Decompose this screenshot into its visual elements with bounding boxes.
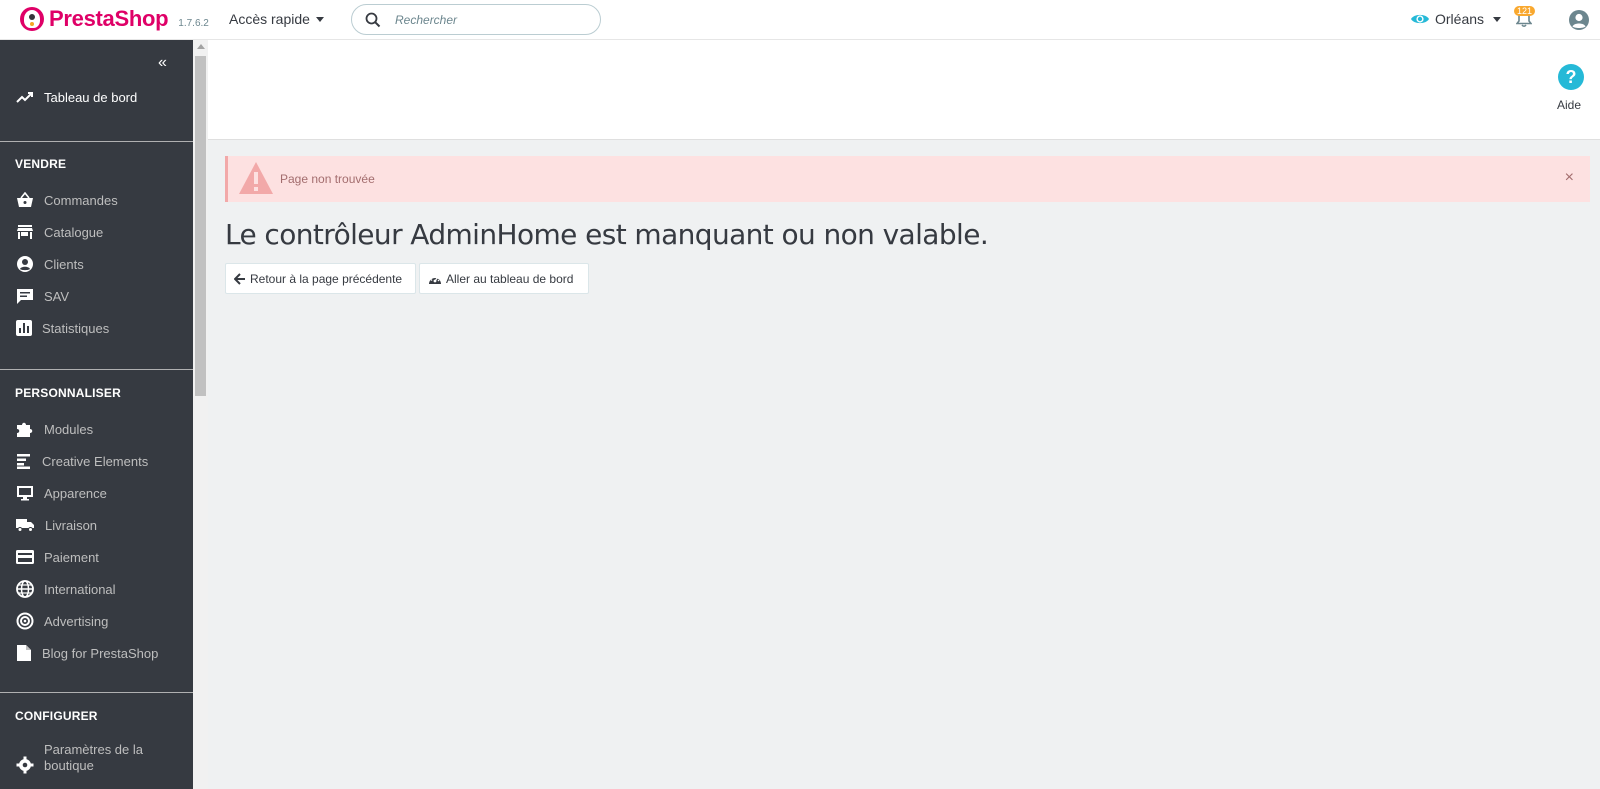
top-header: PrestaShop 1.7.6.2 Accès rapide Orléans …	[0, 0, 1600, 40]
tachometer-icon	[429, 275, 441, 284]
puffin-logo-icon	[20, 7, 44, 31]
sidebar-item-label: Creative Elements	[42, 453, 149, 469]
store-icon	[17, 225, 33, 239]
user-avatar-icon[interactable]	[1568, 9, 1590, 31]
search-input[interactable]	[395, 12, 575, 27]
creative-elements-icon	[17, 454, 30, 469]
alert-message: Page non trouvée	[280, 172, 375, 186]
puzzle-icon	[17, 422, 33, 437]
error-alert: Page non trouvée ×	[225, 156, 1590, 202]
sidebar-divider	[0, 692, 193, 693]
shop-name: Orléans	[1435, 11, 1485, 27]
help-icon: ?	[1558, 64, 1584, 90]
section-sell: VENDRE	[15, 157, 67, 171]
sidebar-item-label: Paiement	[44, 549, 99, 565]
close-icon[interactable]: ×	[1565, 170, 1574, 186]
version-label: 1.7.6.2	[178, 17, 209, 29]
sidebar-item-label: Statistiques	[42, 320, 110, 336]
help-button[interactable]: ? Aide	[1556, 64, 1586, 112]
sidebar-item-customers[interactable]: Clients	[0, 250, 193, 278]
sidebar-item-dashboard[interactable]: Tableau de bord	[0, 83, 193, 111]
arrow-left-icon	[234, 272, 245, 285]
account-circle-icon	[17, 256, 33, 272]
warning-icon	[239, 162, 273, 194]
notification-badge: 121	[1514, 6, 1536, 16]
collapse-sidebar-icon[interactable]: «	[158, 54, 167, 72]
back-button[interactable]: Retour à la page précédente	[225, 263, 416, 294]
dashboard-button[interactable]: Aller au tableau de bord	[419, 263, 589, 294]
desktop-icon	[17, 486, 33, 501]
caret-down-icon	[1493, 16, 1502, 22]
quick-access-dropdown[interactable]: Accès rapide	[229, 11, 324, 27]
document-icon	[17, 645, 31, 661]
sidebar-item-label: Advertising	[44, 613, 109, 629]
dashboard-button-label: Aller au tableau de bord	[446, 271, 574, 286]
sidebar-item-stats[interactable]: Statistiques	[0, 314, 193, 342]
sidebar-item-appearance[interactable]: Apparence	[0, 479, 193, 507]
sidebar-item-label: Modules	[44, 421, 94, 437]
sidebar-item-blog[interactable]: Blog for PrestaShop	[0, 639, 193, 667]
search-box[interactable]	[351, 4, 601, 35]
help-label: Aide	[1556, 98, 1582, 112]
sidebar-item-label: Commandes	[44, 192, 118, 208]
sidebar-item-label: Paramètres de la boutique	[44, 742, 143, 773]
sidebar-item-label: Tableau de bord	[44, 89, 138, 105]
sidebar-divider	[0, 141, 193, 142]
sidebar-item-creative-elements[interactable]: Creative Elements	[0, 447, 193, 475]
sidebar-item-label: SAV	[44, 288, 70, 304]
credit-card-icon	[16, 550, 34, 564]
eye-icon	[1411, 14, 1429, 24]
sidebar-item-shipping[interactable]: Livraison	[0, 511, 193, 539]
page-title: Le contrôleur AdminHome est manquant ou …	[225, 218, 989, 251]
section-customize: PERSONNALISER	[15, 386, 121, 400]
sidebar-item-label: Catalogue	[44, 224, 104, 240]
shopping-basket-icon	[17, 192, 33, 207]
gear-icon	[16, 756, 34, 774]
sidebar-item-orders[interactable]: Commandes	[0, 186, 193, 214]
trending-up-icon	[16, 92, 33, 103]
page-toolbar: ? Aide	[208, 40, 1600, 140]
sidebar-item-label: Livraison	[45, 517, 98, 533]
bar-chart-icon	[16, 320, 32, 336]
search-icon	[365, 12, 381, 27]
sidebar-item-label: Blog for PrestaShop	[42, 645, 159, 661]
sidebar-item-customer-service[interactable]: SAV	[0, 282, 193, 310]
sidebar-item-label: Clients	[44, 256, 84, 272]
section-configure: CONFIGURER	[15, 709, 98, 723]
shop-selector[interactable]: Orléans	[1410, 11, 1502, 27]
scrollbar-thumb[interactable]	[195, 56, 206, 396]
sidebar-item-modules[interactable]: Modules	[0, 415, 193, 443]
sidebar: « Tableau de bord VENDRE Commandes Catal…	[0, 40, 193, 789]
scroll-up-arrow-icon[interactable]	[197, 44, 205, 49]
sidebar-item-label: Apparence	[44, 485, 107, 501]
sidebar-item-shop-parameters[interactable]: Paramètres de la boutique	[0, 742, 193, 778]
sidebar-item-label: International	[44, 581, 116, 597]
sidebar-item-advertising[interactable]: Advertising	[0, 607, 193, 635]
truck-icon	[16, 519, 34, 532]
chat-icon	[17, 289, 33, 304]
sidebar-item-international[interactable]: International	[0, 575, 193, 603]
globe-icon	[16, 580, 34, 598]
caret-down-icon	[315, 16, 324, 22]
prestashop-logo[interactable]: PrestaShop 1.7.6.2	[20, 6, 209, 32]
brand-name: PrestaShop	[49, 6, 169, 31]
sidebar-scrollbar[interactable]	[193, 40, 208, 789]
target-icon	[16, 612, 34, 630]
sidebar-item-catalog[interactable]: Catalogue	[0, 218, 193, 246]
sidebar-item-payment[interactable]: Paiement	[0, 543, 193, 571]
back-button-label: Retour à la page précédente	[250, 271, 403, 286]
quick-access-label: Accès rapide	[229, 11, 310, 27]
sidebar-divider	[0, 369, 193, 370]
